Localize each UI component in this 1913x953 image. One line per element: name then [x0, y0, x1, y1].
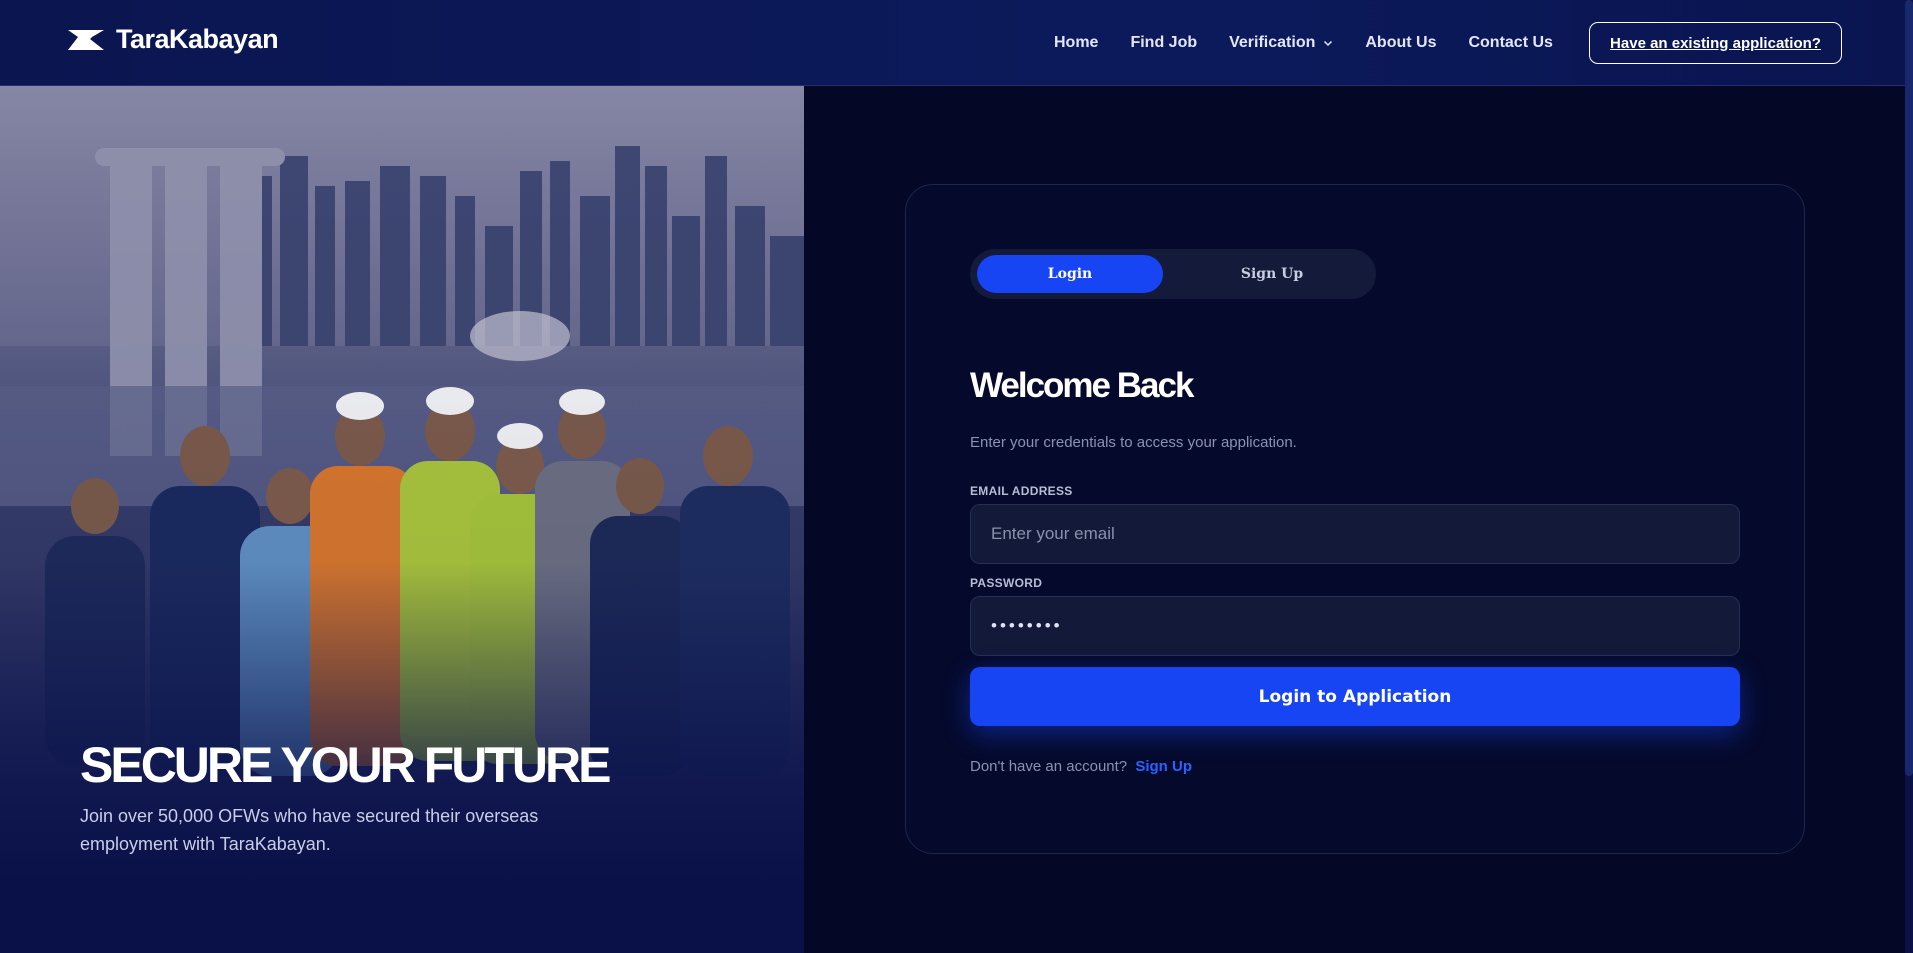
login-card: Login Sign Up Welcome Back Enter your cr… — [905, 184, 1805, 854]
brand-mark-icon — [68, 29, 104, 50]
nav-home[interactable]: Home — [1054, 34, 1098, 52]
nav-contact-us-label: Contact Us — [1468, 34, 1553, 51]
email-label: EMAIL ADDRESS — [970, 484, 1073, 498]
form-heading: Welcome Back — [970, 366, 1194, 405]
signup-link[interactable]: Sign Up — [1135, 758, 1192, 775]
top-navbar: TaraKabayan Home Find Job Verification A… — [0, 0, 1913, 86]
login-submit-button[interactable]: Login to Application — [970, 667, 1740, 726]
existing-application-button[interactable]: Have an existing application? — [1589, 22, 1842, 64]
chevron-down-icon — [1324, 40, 1333, 47]
page-scrollbar[interactable] — [1905, 0, 1913, 953]
nav-find-job-label: Find Job — [1130, 34, 1198, 51]
tab-login[interactable]: Login — [977, 255, 1163, 293]
nav-about-us-label: About Us — [1365, 34, 1437, 51]
brand-name: TaraKabayan — [116, 24, 279, 54]
email-input[interactable] — [970, 504, 1740, 564]
scrollbar-thumb[interactable] — [1905, 0, 1913, 776]
hero-subtitle: Join over 50,000 OFWs who have secured t… — [80, 806, 539, 854]
app-root: TaraKabayan Home Find Job Verification A… — [0, 0, 1913, 953]
hero-title: SECURE YOUR FUTURE — [80, 737, 611, 793]
nav-contact-us[interactable]: Contact Us — [1468, 34, 1552, 52]
nav-about-us[interactable]: About Us — [1365, 34, 1436, 52]
nav-verification[interactable]: Verification — [1229, 34, 1333, 52]
signup-prompt-text: Don't have an account? — [970, 758, 1128, 775]
hero-panel: SECURE YOUR FUTURE Join over 50,000 OFWs… — [0, 86, 804, 953]
nav-home-label: Home — [1054, 34, 1099, 51]
form-subheading: Enter your credentials to access your ap… — [970, 434, 1297, 451]
main-nav: Home Find Job Verification About Us Cont… — [1054, 0, 1553, 86]
auth-tab-toggle: Login Sign Up — [970, 249, 1376, 299]
tab-signup[interactable]: Sign Up — [1175, 255, 1369, 293]
brand[interactable]: TaraKabayan — [68, 24, 279, 55]
signup-prompt: Don't have an account? Sign Up — [970, 758, 1192, 775]
nav-verification-label: Verification — [1229, 34, 1316, 51]
nav-find-job[interactable]: Find Job — [1130, 34, 1197, 52]
password-label: PASSWORD — [970, 576, 1043, 590]
password-input[interactable] — [970, 596, 1740, 656]
